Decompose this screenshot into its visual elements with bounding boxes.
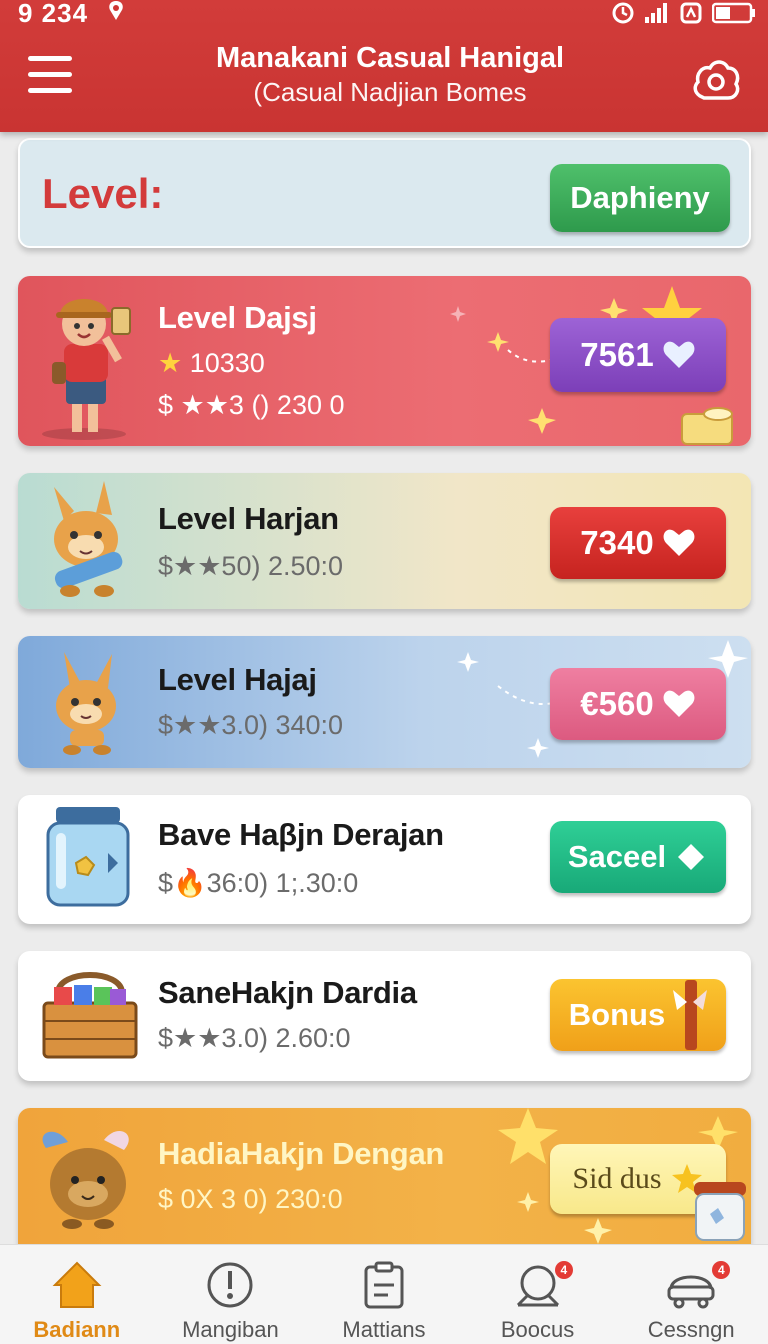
treasure-box-icon	[681, 407, 733, 445]
level-card[interactable]: SaneHakjn Dardia $★★3.0) 2.60:0 Bonus	[18, 951, 751, 1081]
item-button-label: Bonus	[568, 997, 666, 1032]
item-title: Level Harjan	[158, 501, 339, 536]
heart-icon	[663, 529, 695, 556]
item-stats: $★★3.0) 340:0	[158, 710, 344, 740]
level-header-button[interactable]: Daphieny	[550, 164, 730, 232]
item-button[interactable]: Saceel	[550, 821, 726, 893]
location-icon	[109, 1, 123, 20]
profile-icon[interactable]	[690, 56, 742, 106]
hamburger-icon-line	[28, 88, 72, 93]
signal-icon	[645, 3, 667, 23]
level-card[interactable]: Level Dajsj ★ 10330 $ ★★3 () 230 0 7561	[18, 276, 751, 446]
nav-label: Boocus	[500, 1317, 575, 1342]
item-title: Bave Haβjn Derajan	[158, 817, 444, 852]
item-title: Level Dajsj	[158, 300, 317, 335]
level-card[interactable]: Bave Haβjn Derajan $🔥36:0) 1;.30:0 Sacee…	[18, 795, 751, 924]
status-time: 9 234	[18, 0, 89, 28]
nav-item-badiann[interactable]: Badiann	[0, 1245, 154, 1344]
nav-item-boocus[interactable]: 4 Boocus	[461, 1245, 615, 1344]
item-title: Level Hajaj	[158, 662, 317, 697]
item-button-label: Sid dus	[572, 1162, 662, 1195]
item-score: ★ 10330	[158, 348, 265, 379]
item-score-value: 10330	[189, 348, 265, 378]
gift-icon	[673, 980, 708, 1050]
item-stats: $★★50) 2.50:0	[158, 551, 344, 581]
level-card[interactable]: Level Harjan $★★50) 2.50:0 7340	[18, 473, 751, 609]
hamburger-icon	[28, 56, 72, 61]
level-card[interactable]: HadiaHakjn Dengan $ 0X 3 0) 230:0 Sid du…	[18, 1108, 751, 1258]
diamond-arrow-icon	[678, 844, 705, 870]
menu-button[interactable]	[28, 56, 72, 98]
item-button[interactable]: €560	[550, 668, 726, 740]
notification-badge: 4	[554, 1261, 573, 1279]
header-title-group: Manakani Casual Hanigal (Casual Nadjian …	[150, 40, 630, 108]
bottom-navigation: Badiann Mangiban Mattians 4 Boocus 4 Ces…	[0, 1244, 768, 1344]
item-stats: $ 0X 3 0) 230:0	[158, 1184, 343, 1214]
item-stats: $★★3.0) 2.60:0	[158, 1023, 351, 1053]
heart-icon	[663, 341, 695, 368]
explorer-boy-icon	[42, 299, 131, 440]
nav-label: Mattians	[342, 1317, 426, 1342]
item-button-label: Saceel	[567, 839, 667, 874]
page-title: Manakani Casual Hanigal	[215, 42, 565, 74]
nav-label: Cessngn	[647, 1317, 735, 1342]
nav-label: Badiann	[33, 1317, 121, 1342]
star-icon: ★	[158, 348, 183, 378]
notification-badge: 4	[712, 1261, 731, 1279]
item-button-label: 7340	[580, 524, 654, 561]
status-bar: 9 234	[0, 0, 768, 28]
hamster-character-icon	[42, 1131, 129, 1229]
item-stats: $🔥36:0) 1;.30:0	[158, 868, 359, 898]
item-button[interactable]: 7340	[550, 507, 726, 579]
car-icon	[667, 1275, 715, 1309]
app-header: 9 234 Manakani Casual Hanigal (Casual Na…	[0, 0, 768, 132]
item-button[interactable]: Bonus	[550, 979, 726, 1051]
heart-icon	[663, 690, 695, 717]
wifi-icon	[680, 2, 702, 24]
star-icon	[671, 1164, 702, 1193]
home-icon	[52, 1261, 102, 1308]
bunny-character-icon	[56, 652, 116, 755]
item-button[interactable]: Sid dus	[550, 1144, 726, 1214]
page-subtitle: (Casual Nadjian Bomes	[253, 77, 527, 107]
item-button-label: 7561	[580, 336, 654, 373]
hamburger-icon-line	[28, 72, 72, 77]
item-button[interactable]: 7561	[550, 318, 726, 392]
nav-item-mangiban[interactable]: Mangiban	[154, 1245, 308, 1344]
jar-icon	[46, 807, 130, 907]
alarm-icon	[612, 2, 634, 24]
status-icons	[612, 0, 756, 26]
battery-icon	[712, 2, 755, 24]
item-title: HadiaHakjn Dengan	[158, 1136, 445, 1171]
item-title: SaneHakjn Dardia	[158, 975, 417, 1010]
bunny-character-icon	[54, 481, 123, 597]
clipboard-icon	[364, 1261, 404, 1309]
item-stats: $ ★★3 () 230 0	[158, 390, 345, 420]
nav-item-mattians[interactable]: Mattians	[307, 1245, 461, 1344]
nav-item-cessngn[interactable]: 4 Cessngn	[614, 1245, 768, 1344]
level-header-card: Level: Daphieny	[18, 138, 751, 248]
alert-icon	[207, 1262, 253, 1308]
level-label: Level:	[42, 170, 164, 217]
basket-icon	[42, 972, 138, 1059]
item-button-label: €560	[580, 685, 654, 722]
level-card[interactable]: Level Hajaj $★★3.0) 340:0 €560	[18, 636, 751, 768]
nav-label: Mangiban	[182, 1317, 279, 1342]
